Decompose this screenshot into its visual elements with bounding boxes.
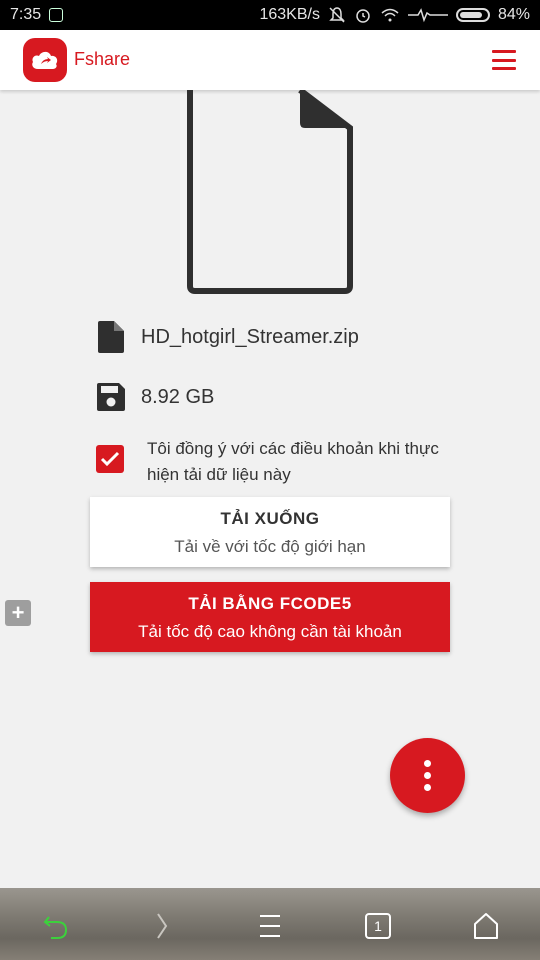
home-icon[interactable] bbox=[466, 906, 506, 946]
network-speed: 163KB/s bbox=[259, 6, 320, 23]
battery-icon bbox=[455, 8, 490, 22]
back-icon[interactable] bbox=[36, 906, 76, 946]
fcode-button-subtitle: Tải tốc độ cao không cần tài khoản bbox=[138, 622, 402, 641]
status-time: 7:35 bbox=[10, 6, 42, 23]
fcode-download-button[interactable]: TẢI BẰNG FCODE5 Tải tốc độ cao không cần… bbox=[90, 582, 450, 652]
file-size-row: 8.92 GB bbox=[96, 382, 214, 412]
file-name: HD_hotgirl_Streamer.zip bbox=[141, 325, 359, 348]
more-vertical-icon[interactable] bbox=[390, 738, 465, 813]
activity-icon bbox=[407, 8, 448, 23]
battery-percent: 84% bbox=[497, 6, 530, 23]
agree-text: Tôi đồng ý với các điều khoản khi thực h… bbox=[147, 439, 439, 484]
file-size: 8.92 GB bbox=[141, 385, 215, 408]
check-icon bbox=[100, 451, 120, 467]
terms-agreement: Tôi đồng ý với các điều khoản khi thực h… bbox=[96, 436, 447, 488]
save-icon bbox=[96, 382, 126, 412]
status-bar: 7:35 163KB/s 84% bbox=[0, 0, 540, 30]
tab-count: 1 bbox=[365, 913, 391, 939]
wifi-icon bbox=[381, 8, 399, 22]
agree-checkbox[interactable] bbox=[96, 445, 124, 473]
menu-icon[interactable] bbox=[250, 906, 290, 946]
fcode-button-title: TẢI BẰNG FCODE5 bbox=[188, 594, 352, 613]
mute-icon bbox=[329, 7, 345, 23]
file-icon bbox=[96, 321, 126, 353]
large-file-icon bbox=[187, 90, 353, 294]
forward-icon[interactable] bbox=[142, 906, 182, 946]
browser-bottom-nav: 1 bbox=[0, 888, 540, 960]
download-button-title: TẢI XUỐNG bbox=[220, 509, 320, 528]
notification-icon bbox=[49, 8, 64, 22]
download-button[interactable]: TẢI XUỐNG Tải về với tốc độ giới hạn bbox=[90, 497, 450, 567]
side-add-button[interactable]: + bbox=[5, 600, 31, 626]
file-name-row: HD_hotgirl_Streamer.zip bbox=[96, 321, 359, 353]
battery-level bbox=[459, 12, 482, 18]
hamburger-menu-icon[interactable] bbox=[492, 50, 516, 70]
download-button-subtitle: Tải về với tốc độ giới hạn bbox=[174, 537, 366, 556]
brand-name[interactable]: Fshare bbox=[74, 49, 130, 70]
tabs-icon[interactable]: 1 bbox=[358, 906, 398, 946]
alarm-icon bbox=[356, 9, 370, 23]
cloud-upload-icon[interactable] bbox=[23, 38, 67, 82]
app-header: Fshare bbox=[0, 30, 540, 90]
